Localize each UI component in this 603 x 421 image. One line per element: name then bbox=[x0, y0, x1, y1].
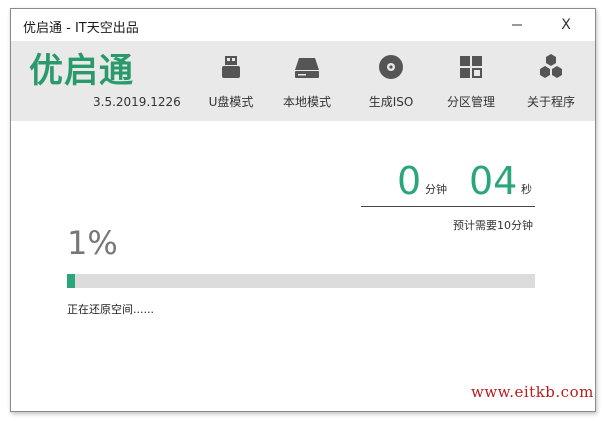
watermark-text: www.eitkb.com bbox=[471, 383, 594, 401]
progress-bar bbox=[67, 274, 535, 288]
nav-usb-mode[interactable]: U盘模式 bbox=[193, 41, 269, 121]
elapsed-minutes: 0 bbox=[397, 159, 422, 203]
progress-bar-fill bbox=[67, 274, 75, 288]
nav-usb-mode-label: U盘模式 bbox=[208, 95, 254, 109]
usb-drive-icon bbox=[222, 56, 240, 78]
nav-partition-manager[interactable]: 分区管理 bbox=[433, 41, 509, 121]
nav-partition-manager-label: 分区管理 bbox=[446, 95, 495, 109]
minimize-button[interactable] bbox=[505, 13, 529, 37]
nav-about[interactable]: 关于程序 bbox=[513, 41, 589, 121]
minimize-icon bbox=[512, 24, 522, 26]
timer-divider bbox=[361, 206, 535, 207]
elapsed-timer: 0 分钟 04 秒 bbox=[361, 159, 535, 209]
nav-make-iso-label: 生成ISO bbox=[368, 95, 414, 109]
status-text: 正在还原空间...... bbox=[67, 303, 154, 316]
close-button[interactable]: X bbox=[554, 13, 578, 37]
nav-make-iso[interactable]: 生成ISO bbox=[353, 41, 429, 121]
estimated-time: 预计需要10分钟 bbox=[453, 219, 533, 232]
nav-local-mode[interactable]: 本地模式 bbox=[269, 41, 345, 121]
version-label: 3.5.2019.1226 bbox=[93, 95, 181, 109]
window-title: 优启通 - IT天空出品 bbox=[23, 21, 139, 36]
progress-panel: 0 分钟 04 秒 预计需要10分钟 1% 正在还原空间...... www.e… bbox=[11, 121, 595, 411]
app-window: 优启通 - IT天空出品 X 优启通 3.5.2019.1226 U盘模式 本地… bbox=[10, 8, 596, 412]
disc-icon bbox=[379, 55, 403, 79]
minutes-unit: 分钟 bbox=[425, 183, 447, 196]
seconds-unit: 秒 bbox=[521, 183, 532, 196]
nav-about-label: 关于程序 bbox=[526, 95, 575, 109]
progress-percent: 1% bbox=[67, 224, 118, 262]
header-toolbar: 优启通 3.5.2019.1226 U盘模式 本地模式 生成ISO 分区管理 关… bbox=[11, 41, 595, 121]
nav-local-mode-label: 本地模式 bbox=[282, 95, 331, 109]
elapsed-seconds: 04 bbox=[469, 159, 518, 203]
hexagon-cluster-icon bbox=[540, 54, 562, 78]
hard-disk-icon bbox=[295, 58, 319, 78]
partition-grid-icon bbox=[460, 56, 482, 78]
app-logo: 优启通 bbox=[29, 51, 134, 91]
title-bar[interactable]: 优启通 - IT天空出品 X bbox=[11, 9, 595, 41]
